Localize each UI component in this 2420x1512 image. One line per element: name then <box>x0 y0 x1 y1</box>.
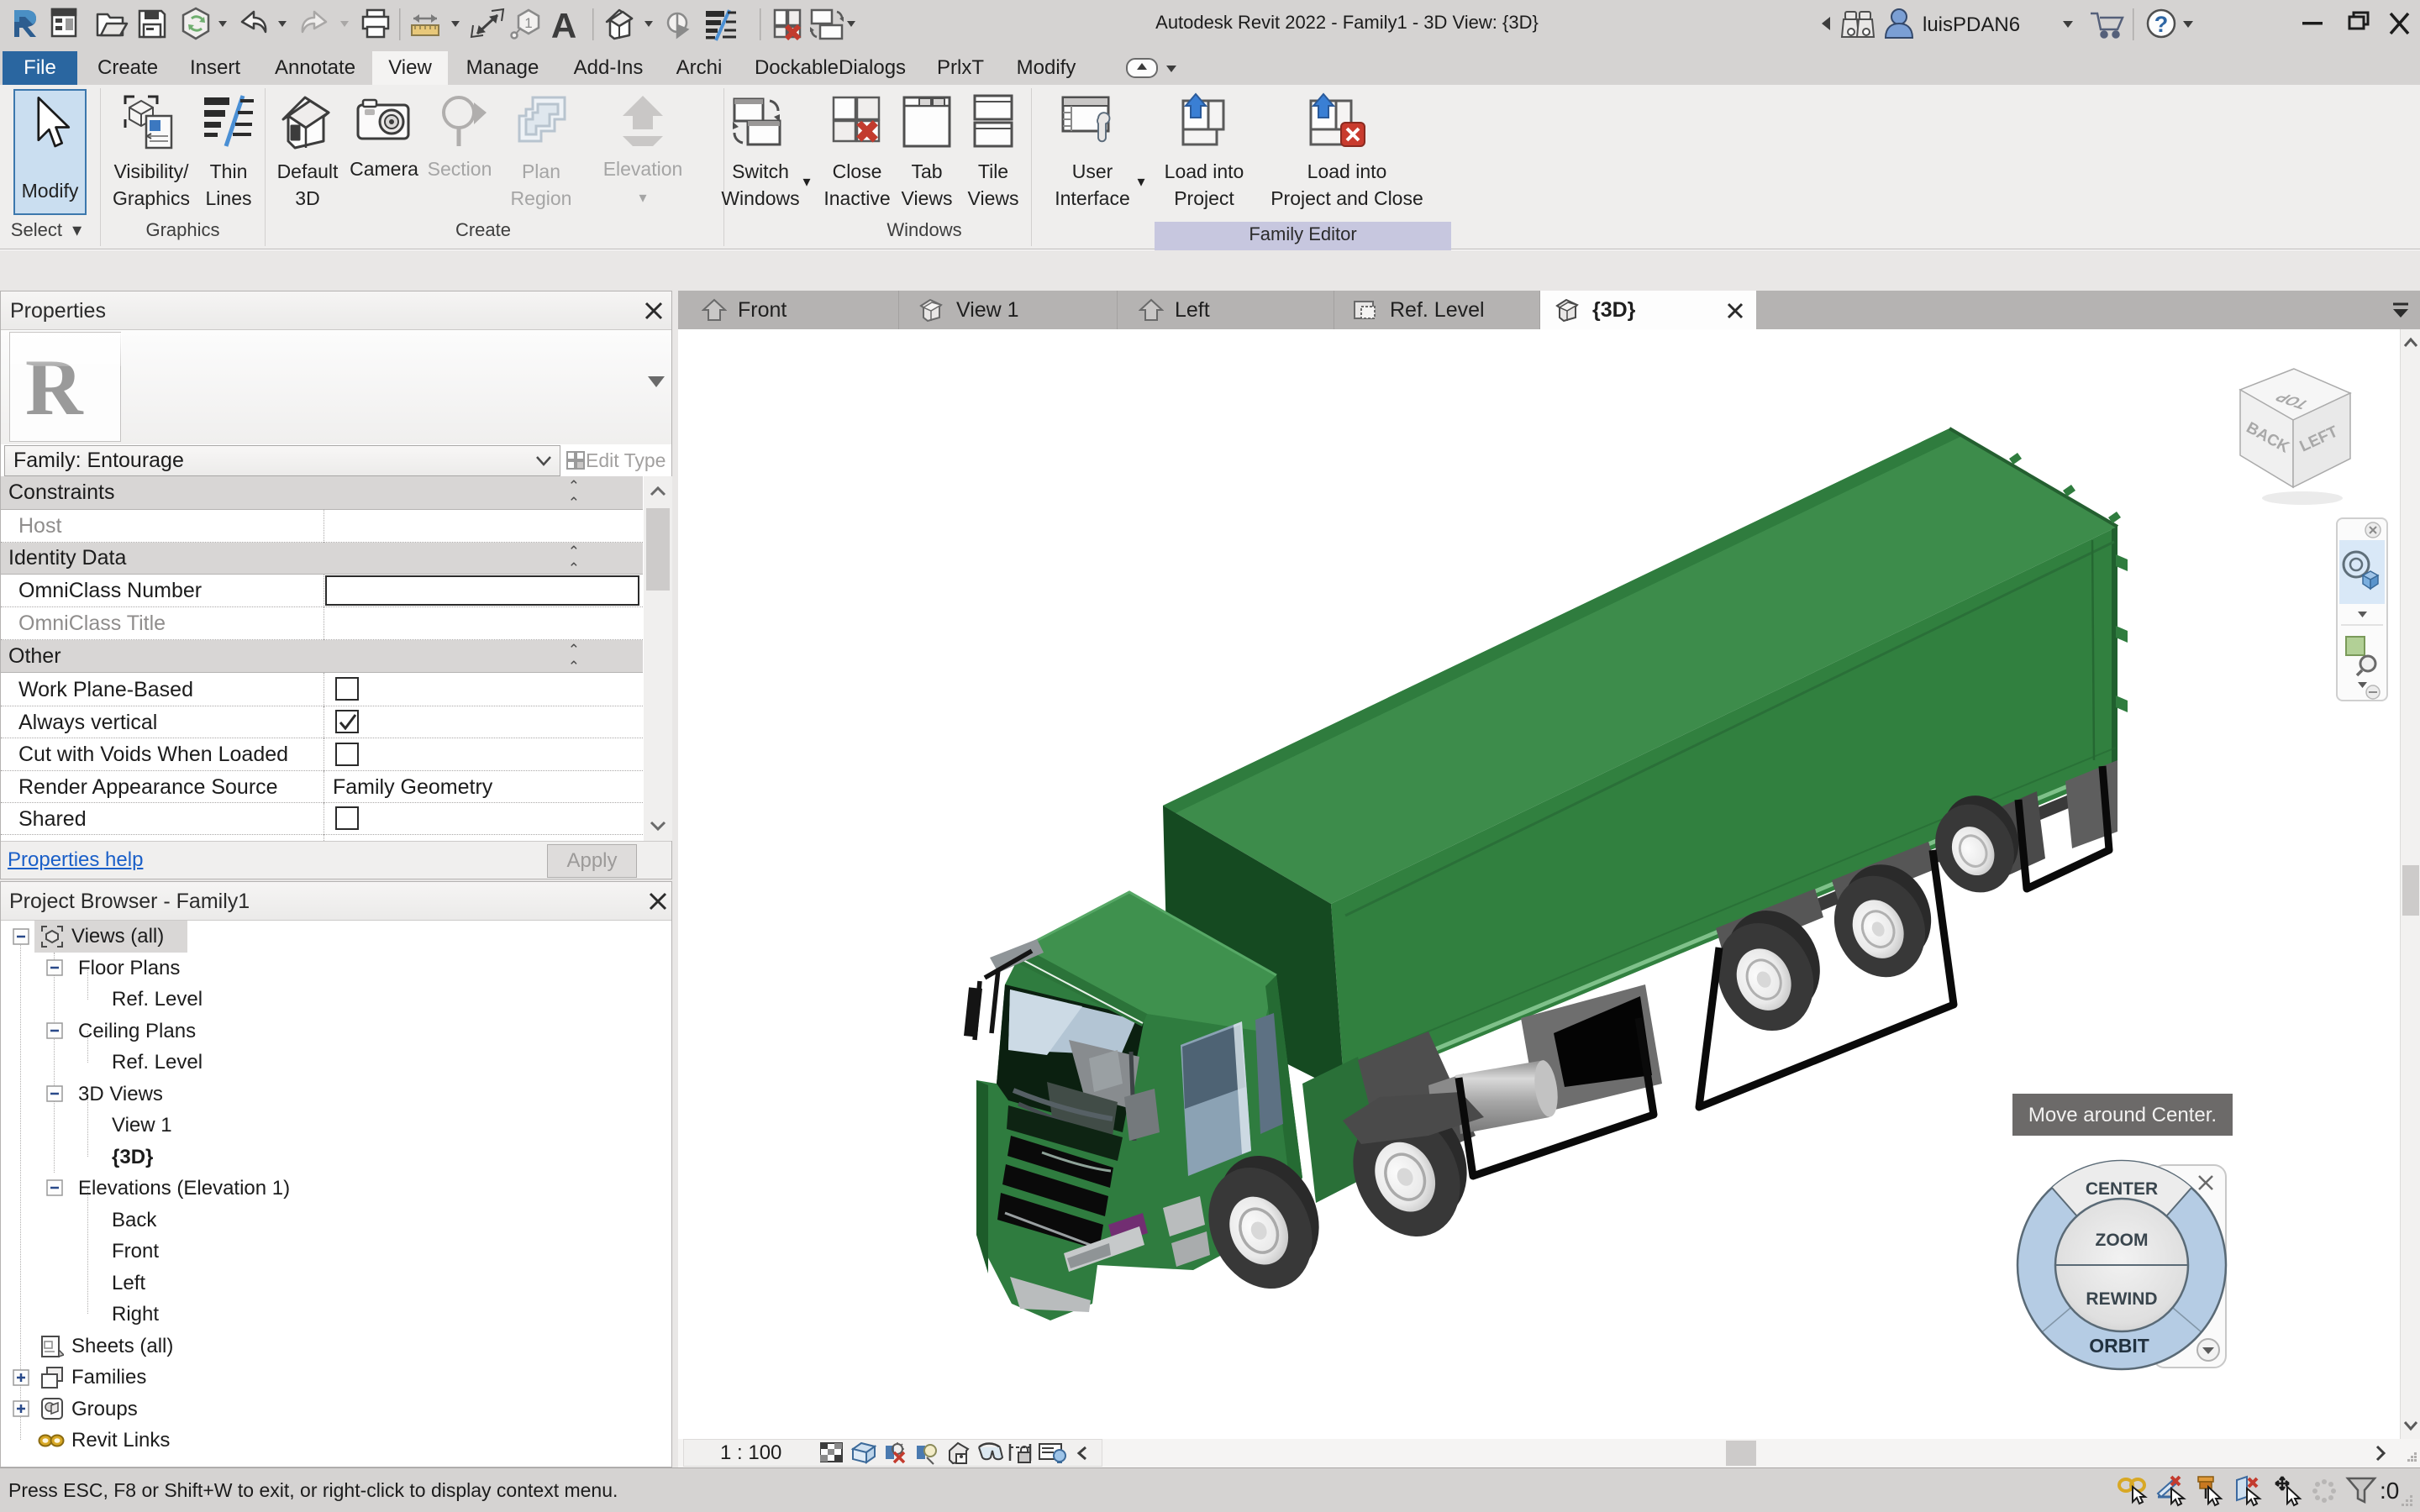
svg-text::0: :0 <box>2380 1478 2399 1504</box>
svg-text:luisPDAN6: luisPDAN6 <box>1923 13 2020 36</box>
svg-text:REWIND: REWIND <box>2086 1289 2157 1309</box>
svg-text:1: 1 <box>524 15 532 31</box>
svg-text:ORBIT: ORBIT <box>2089 1335 2149 1357</box>
svg-text:ZOOM: ZOOM <box>2096 1231 2149 1250</box>
svg-text:?: ? <box>2154 12 2169 37</box>
svg-text:Move around Center.: Move around Center. <box>2028 1104 2217 1126</box>
svg-text:A: A <box>551 6 576 45</box>
svg-text:CENTER: CENTER <box>2086 1179 2158 1199</box>
